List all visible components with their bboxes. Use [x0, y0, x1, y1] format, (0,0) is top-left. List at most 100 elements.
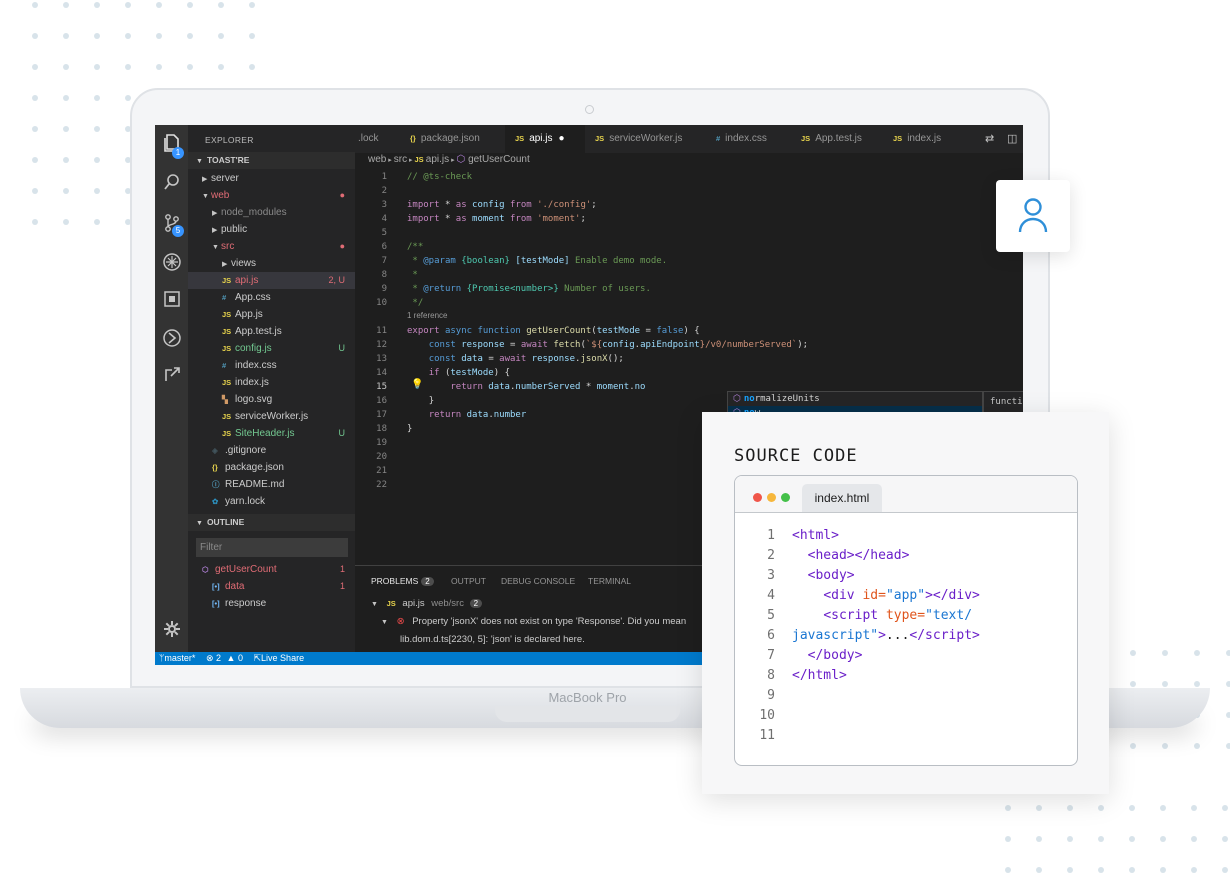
chevron-down-icon: ▼ — [196, 158, 203, 165]
source-line: 3 <body> — [735, 566, 1077, 586]
tree-item-label: logo.svg — [235, 394, 273, 405]
tree-item[interactable]: ▶ node_modules — [188, 204, 355, 221]
settings-gear-icon[interactable] — [162, 620, 182, 640]
explorer-header: EXPLORER — [205, 135, 254, 145]
tree-item[interactable]: ▶ server — [188, 170, 355, 187]
error-count[interactable]: 2 — [216, 653, 221, 663]
dot — [1226, 743, 1230, 749]
codelens-reference[interactable]: 1 reference — [407, 311, 447, 320]
warning-count[interactable]: 0 — [238, 653, 243, 663]
code-line: 3 import * as config from './config'; — [355, 198, 1023, 212]
maximize-window-dot[interactable] — [781, 493, 790, 502]
breadcrumb-item[interactable]: web — [368, 154, 386, 165]
profile-card[interactable] — [996, 180, 1070, 252]
dot — [1222, 867, 1228, 873]
breadcrumb-item[interactable]: api.js — [426, 154, 449, 165]
minimize-window-dot[interactable] — [767, 493, 776, 502]
tab-serviceWorker-js[interactable]: JS serviceWorker.js — [585, 125, 706, 153]
code-text: } — [428, 396, 435, 406]
split-editor-icon[interactable]: ◫ — [1007, 132, 1017, 145]
outline-filter-input[interactable]: Filter — [196, 538, 348, 557]
dot — [94, 2, 100, 8]
tree-item[interactable]: ▼ src ● — [188, 238, 355, 255]
project-section-header[interactable]: ▼ TOAST'RE — [188, 152, 355, 169]
method-icon: ⬡ — [456, 154, 469, 165]
file-type-icon: JS — [515, 134, 525, 143]
tree-item[interactable]: ✿ yarn.lock — [188, 493, 355, 510]
tab-problems[interactable]: PROBLEMS 2 — [371, 576, 434, 586]
tab-debug-console[interactable]: DEBUG CONSOLE — [501, 576, 575, 586]
js-file-icon: JS — [386, 599, 396, 608]
tab-index-css[interactable]: # index.css — [706, 125, 791, 153]
dot — [1098, 867, 1104, 873]
close-window-dot[interactable] — [753, 493, 762, 502]
tree-item[interactable]: JS App.js — [188, 306, 355, 323]
tree-item[interactable]: JS config.js U — [188, 340, 355, 357]
tab-package-json[interactable]: {} package.json — [400, 125, 505, 153]
tree-item[interactable]: ▚ logo.svg — [188, 391, 355, 408]
tree-item[interactable]: JS App.test.js — [188, 323, 355, 340]
tree-item[interactable]: ▶ public — [188, 221, 355, 238]
line-number: 22 — [376, 480, 387, 490]
line-number: 11 — [376, 326, 387, 336]
line-number: 19 — [376, 438, 387, 448]
tree-item[interactable]: {} package.json — [188, 459, 355, 476]
code-text: return data.numberServed * moment.no — [450, 382, 646, 392]
tree-item[interactable]: JS index.js — [188, 374, 355, 391]
js-file-icon: JS — [222, 412, 232, 421]
live-share-status[interactable]: Live Share — [261, 653, 304, 663]
dot — [1036, 836, 1042, 842]
remote-icon[interactable] — [162, 328, 182, 348]
suggestion-label: rmalizeUnits — [754, 394, 820, 404]
dot — [1129, 805, 1135, 811]
tree-item-label: SiteHeader.js — [235, 428, 295, 439]
tree-item-label: server — [211, 173, 239, 184]
tree-item[interactable]: JS SiteHeader.js U — [188, 425, 355, 442]
dot — [1130, 743, 1136, 749]
branch-status[interactable]: master* — [164, 653, 195, 663]
lightbulb-icon[interactable]: 💡 — [411, 379, 423, 390]
dot — [63, 157, 69, 163]
svg-file-icon: ▚ — [222, 395, 228, 404]
extensions-icon[interactable] — [162, 290, 182, 310]
problem-error-row[interactable]: ▼ ⊗ Property 'jsonX' does not exist on t… — [381, 616, 686, 627]
debug-icon[interactable] — [162, 252, 182, 272]
code-text: return data.number — [428, 410, 527, 420]
problem-file-row[interactable]: ▼ JS api.js web/src 2 — [371, 598, 483, 609]
live-share-icon[interactable] — [162, 366, 182, 386]
tree-item[interactable]: [•] response — [188, 595, 355, 612]
breadcrumb-item[interactable]: getUserCount — [468, 154, 530, 165]
source-code-window: index.html 1 <html> 2 <head></head> 3 <body… — [734, 475, 1078, 766]
suggestion-item[interactable]: ⬡ normalizeUnits — [728, 392, 982, 406]
problem-related-row[interactable]: lib.dom.d.ts[2230, 5]: 'json' is declare… — [400, 634, 585, 645]
tree-item[interactable]: ⓘ README.md — [188, 476, 355, 493]
tree-item-label: getUserCount — [215, 564, 277, 575]
tab-output[interactable]: OUTPUT — [451, 576, 486, 586]
problem-file-name: api.js — [402, 598, 425, 609]
tab-App-test-js[interactable]: JS App.test.js — [791, 125, 883, 153]
tree-item[interactable]: JS serviceWorker.js — [188, 408, 355, 425]
outline-section-header[interactable]: ▼ OUTLINE — [188, 514, 355, 531]
tree-item[interactable]: # index.css — [188, 357, 355, 374]
tree-item[interactable]: # App.css — [188, 289, 355, 306]
tab-api-js[interactable]: JS api.js ● — [505, 125, 585, 153]
tree-item[interactable]: ▶ views — [188, 255, 355, 272]
dot — [218, 33, 224, 39]
warning-icon: ▲ — [226, 653, 236, 663]
tree-item[interactable]: [•] data 1 — [188, 578, 355, 595]
tree-item[interactable]: JS api.js 2, U — [188, 272, 355, 289]
breadcrumb-item[interactable]: src — [394, 154, 407, 165]
dot — [1194, 650, 1200, 656]
suggestion-detail: function moment.now(): number — [983, 391, 1023, 413]
compare-icon[interactable]: ⇄ — [985, 132, 994, 145]
line-number: 3 — [381, 200, 387, 210]
tab-index-html[interactable]: index.html — [802, 484, 882, 512]
search-icon[interactable] — [162, 173, 182, 193]
tree-item[interactable]: ⬡ getUserCount 1 — [188, 561, 355, 578]
tab--lock[interactable]: .lock — [355, 125, 400, 153]
tab-index-js[interactable]: JS index.js — [883, 125, 953, 153]
tab-terminal[interactable]: TERMINAL — [588, 576, 631, 586]
tree-item[interactable]: ▼ web ● — [188, 187, 355, 204]
dot — [125, 64, 131, 70]
tree-item[interactable]: ◈ .gitignore — [188, 442, 355, 459]
